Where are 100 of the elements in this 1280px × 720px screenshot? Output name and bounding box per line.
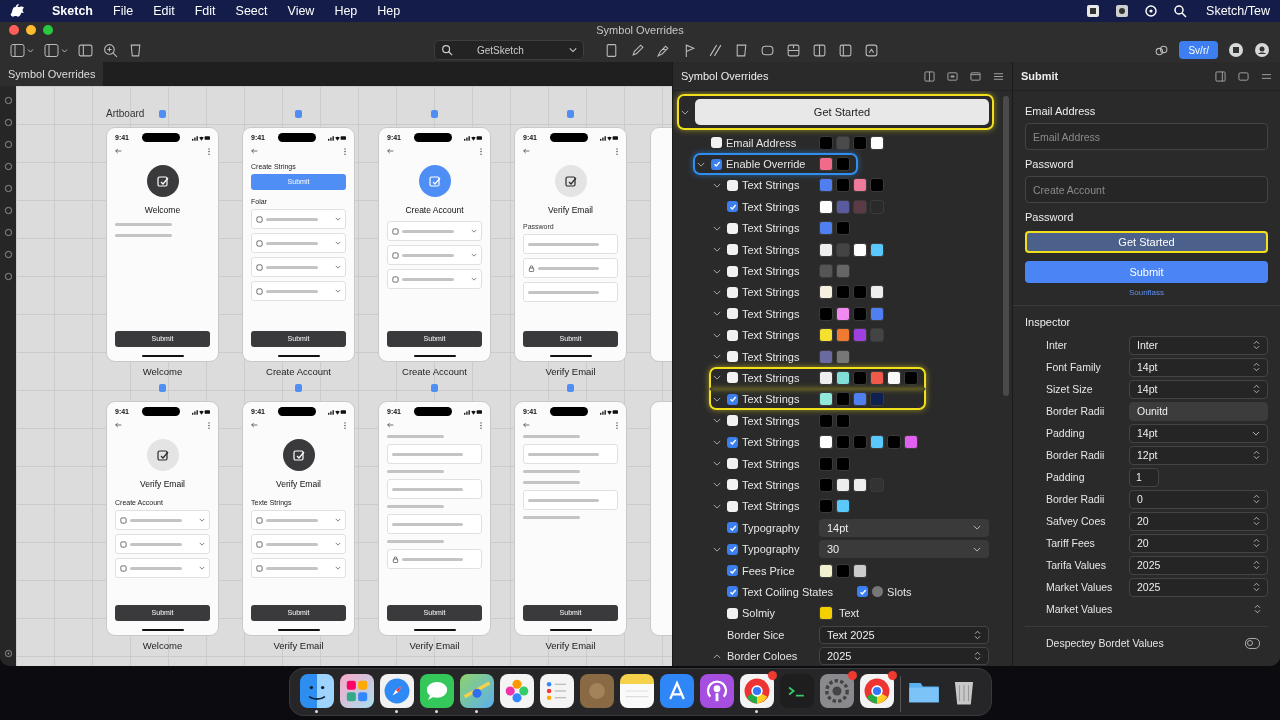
dropdown-field[interactable]: [387, 221, 482, 241]
chevron-icon[interactable]: [713, 225, 721, 231]
back-arrow-icon[interactable]: [251, 148, 258, 154]
artboard-handle[interactable]: [431, 110, 438, 118]
chevron-icon[interactable]: [713, 396, 721, 402]
color-swatch[interactable]: [819, 221, 833, 236]
color-swatch[interactable]: [819, 242, 833, 257]
dropdown-field[interactable]: 30: [819, 540, 989, 559]
dropdown-field[interactable]: [251, 534, 346, 554]
speech-bubble-icon[interactable]: [419, 674, 454, 708]
pen-icon[interactable]: [656, 42, 671, 58]
menu-item[interactable]: Edit: [153, 4, 175, 18]
artboard-handle[interactable]: [159, 384, 166, 392]
stepper-field[interactable]: Inter: [1129, 335, 1268, 355]
columns-icon[interactable]: [812, 42, 827, 58]
color-swatch[interactable]: [819, 563, 833, 578]
back-arrow-icon[interactable]: [115, 422, 122, 428]
chevron-icon[interactable]: [713, 289, 721, 295]
checkbox[interactable]: [727, 222, 738, 234]
number-field[interactable]: 1: [1129, 467, 1159, 487]
gear-icon[interactable]: [819, 674, 854, 708]
color-swatch[interactable]: [819, 306, 833, 321]
color-swatch[interactable]: [853, 306, 867, 321]
search-icon[interactable]: [1173, 4, 1188, 18]
flower-icon[interactable]: [499, 674, 534, 708]
color-swatch[interactable]: [819, 264, 833, 279]
rectangle-tool-icon[interactable]: [604, 42, 619, 58]
checkbox[interactable]: [727, 436, 738, 448]
back-arrow-icon[interactable]: [251, 422, 258, 428]
checkbox[interactable]: [727, 308, 738, 320]
color-swatch[interactable]: [887, 435, 901, 450]
back-arrow-icon[interactable]: [387, 422, 394, 428]
get-started-button[interactable]: Get Started: [695, 99, 989, 125]
toolbar-button[interactable]: Sv/r/: [1179, 41, 1218, 59]
color-swatch[interactable]: [819, 371, 833, 385]
color-swatch[interactable]: [836, 157, 850, 172]
chevron-icon[interactable]: [713, 503, 721, 509]
stepper-field[interactable]: 2025: [819, 647, 989, 666]
chevron-icon[interactable]: [713, 439, 721, 445]
chevron-icon[interactable]: [713, 311, 721, 317]
chevron-icon[interactable]: [713, 268, 721, 274]
chevron-icon[interactable]: [713, 247, 721, 253]
color-swatch[interactable]: [853, 435, 867, 450]
document-icon[interactable]: [128, 42, 143, 58]
dropdown-field[interactable]: [251, 281, 346, 301]
text-field[interactable]: Ounitd: [1129, 401, 1268, 421]
dropdown-field[interactable]: [251, 510, 346, 530]
dropdown-field[interactable]: 14pt: [819, 518, 989, 537]
form-button[interactable]: Get Started: [1025, 231, 1268, 253]
color-swatch[interactable]: [819, 606, 833, 621]
checkbox[interactable]: [727, 607, 738, 619]
stepper-field[interactable]: 20: [1129, 533, 1268, 553]
user-icon[interactable]: [1254, 42, 1270, 58]
color-swatch[interactable]: [836, 285, 850, 300]
checkbox[interactable]: [711, 158, 722, 170]
checkbox[interactable]: [711, 137, 722, 149]
settings-icon[interactable]: [3, 649, 13, 658]
dropdown-field[interactable]: [115, 558, 210, 578]
dropdown-field[interactable]: [387, 245, 482, 265]
chevron-icon[interactable]: [713, 653, 721, 659]
artboard-handle[interactable]: [431, 384, 438, 392]
color-swatch[interactable]: [836, 371, 850, 385]
chevron-icon[interactable]: [713, 461, 721, 467]
color-swatch[interactable]: [904, 435, 918, 450]
color-swatch[interactable]: [819, 199, 833, 214]
checkbox[interactable]: [727, 179, 738, 191]
input-field[interactable]: Create Account: [1025, 176, 1268, 203]
control-center-icon[interactable]: [1144, 4, 1159, 18]
chevron-icon[interactable]: [713, 182, 721, 188]
app-status-icon[interactable]: [1115, 4, 1130, 18]
color-swatch[interactable]: [870, 178, 884, 193]
chevron-icon[interactable]: [681, 109, 689, 115]
dropdown-field[interactable]: [115, 510, 210, 530]
link[interactable]: Sounflass: [1025, 288, 1268, 297]
color-swatch[interactable]: [870, 285, 884, 300]
layer-tool-icon[interactable]: [3, 228, 13, 237]
compass-icon[interactable]: [379, 674, 414, 708]
color-swatch[interactable]: [836, 392, 850, 407]
zoom-icon[interactable]: [103, 42, 118, 58]
color-swatch[interactable]: [819, 413, 833, 428]
preview-icon[interactable]: [864, 42, 879, 58]
artboard-handle[interactable]: [567, 110, 574, 118]
color-swatch[interactable]: [904, 371, 918, 385]
chevron-icon[interactable]: [713, 546, 721, 552]
color-swatch[interactable]: [853, 477, 867, 492]
color-swatch[interactable]: [819, 135, 833, 150]
scrollbar[interactable]: [1003, 96, 1009, 396]
color-swatch[interactable]: [870, 392, 884, 407]
chevron-icon[interactable]: [697, 161, 705, 167]
menu-item[interactable]: File: [113, 4, 134, 18]
color-swatch[interactable]: [819, 349, 833, 364]
stepper-field[interactable]: 2025: [1129, 555, 1268, 575]
stepper-arrows-icon[interactable]: [1254, 604, 1261, 614]
checkbox[interactable]: [727, 329, 738, 341]
dropdown-field[interactable]: [115, 534, 210, 554]
checkbox[interactable]: [727, 351, 738, 363]
color-swatch[interactable]: [853, 392, 867, 407]
artboard-handle[interactable]: [295, 110, 302, 118]
color-swatch[interactable]: [836, 435, 850, 450]
color-swatch[interactable]: [853, 135, 867, 150]
